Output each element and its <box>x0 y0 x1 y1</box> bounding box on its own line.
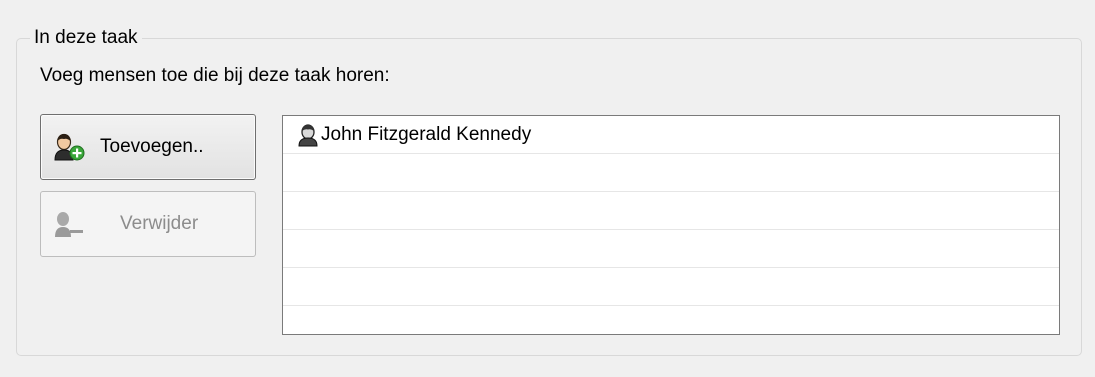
list-item-name: John Fitzgerald Kennedy <box>321 123 532 145</box>
add-person-icon <box>52 132 86 162</box>
list-item <box>283 192 1059 230</box>
person-icon <box>297 123 319 147</box>
people-list[interactable]: John Fitzgerald Kennedy <box>282 115 1060 335</box>
list-item[interactable]: John Fitzgerald Kennedy <box>283 116 1059 154</box>
add-person-button[interactable]: Toevoegen.. <box>40 114 256 180</box>
instruction-text: Voeg mensen toe die bij deze taak horen: <box>40 65 390 86</box>
remove-button-label: Verwijder <box>120 213 199 234</box>
remove-person-button[interactable]: Verwijder <box>40 191 256 257</box>
remove-person-icon <box>52 209 86 239</box>
list-item <box>283 268 1059 306</box>
list-item <box>283 154 1059 192</box>
add-button-label: Toevoegen.. <box>100 136 204 157</box>
group-title: In deze taak <box>30 27 142 49</box>
list-item <box>283 230 1059 268</box>
